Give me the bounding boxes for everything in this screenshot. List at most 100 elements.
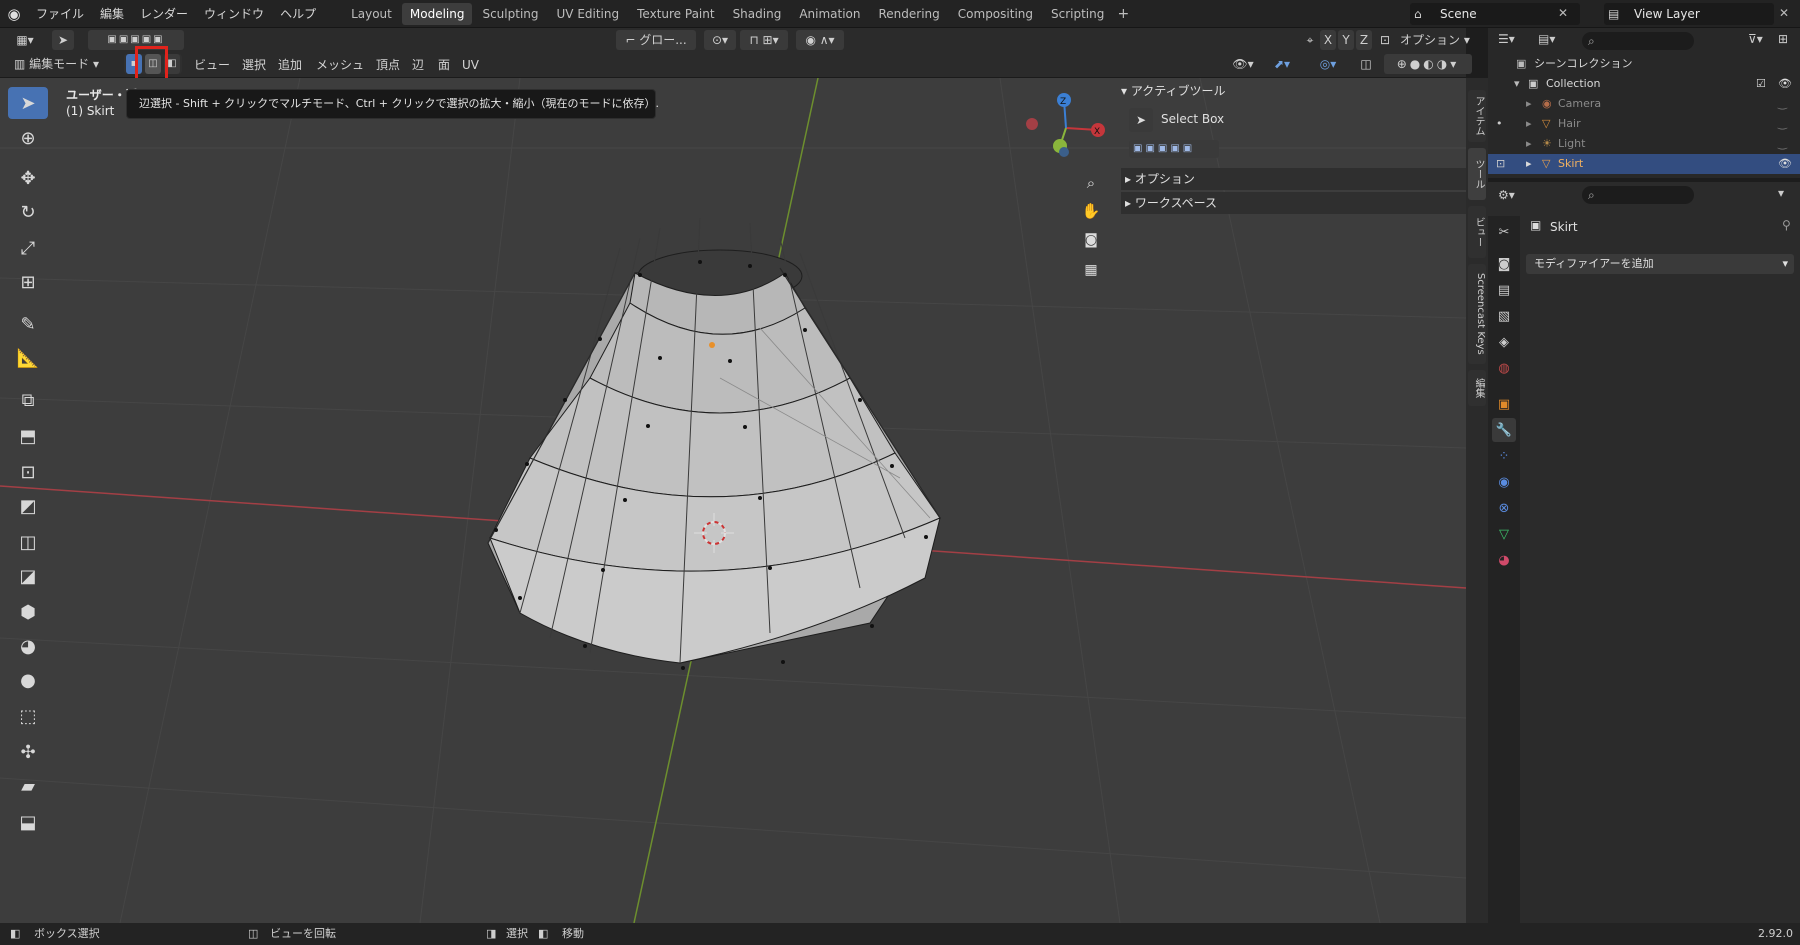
tab-compositing[interactable]: Compositing (950, 3, 1041, 25)
options-chevron-icon[interactable]: ▾ (1778, 186, 1784, 200)
move-tool[interactable]: ✥ (8, 162, 48, 194)
proportional-edit-dropdown[interactable]: ◉ ∧▾ (796, 30, 844, 50)
output-properties-tab[interactable]: ▤ (1492, 278, 1516, 302)
shading-mode-buttons[interactable]: ⊕●◐◑▾ (1384, 54, 1472, 74)
select-box-icon[interactable]: ➤ (1129, 108, 1153, 132)
scene-properties-tab[interactable]: ◈ (1492, 330, 1516, 354)
render-properties-tab[interactable]: ◙ (1492, 252, 1516, 276)
tab-uv-editing[interactable]: UV Editing (549, 3, 628, 25)
mirror-y-toggle[interactable]: Y (1338, 30, 1354, 50)
bevel-tool[interactable]: ◩ (8, 490, 48, 522)
expand-arrow-icon[interactable]: ▸ (1526, 94, 1532, 114)
tab-edit[interactable]: 編集 (1468, 370, 1486, 406)
smooth-tool[interactable]: ● (8, 664, 48, 696)
loop-cut-tool[interactable]: ◫ (8, 526, 48, 558)
menu-file[interactable]: ファイル (28, 0, 92, 28)
outliner-row-light[interactable]: ▸ ☀ Light ‿ (1488, 134, 1800, 154)
hidden-icon[interactable]: ‿ (1778, 94, 1787, 114)
transform-orientation-dropdown[interactable]: ⌐ グロー... (616, 30, 696, 50)
add-cube-tool[interactable]: ⧉ (8, 384, 48, 416)
outliner-row-camera[interactable]: ▸ ◉ Camera ‿ (1488, 94, 1800, 114)
camera-view-icon[interactable]: ◙ (1080, 232, 1102, 254)
menu-edit[interactable]: 編集 (92, 0, 132, 28)
measure-tool[interactable]: 📐 (8, 342, 48, 374)
world-properties-tab[interactable]: ◍ (1492, 356, 1516, 380)
menu-window[interactable]: ウィンドウ (196, 0, 272, 28)
extrude-tool[interactable]: ⬒ (8, 420, 48, 452)
options-panel-header[interactable]: ▸ オプション (1121, 168, 1466, 190)
spin-tool[interactable]: ◕ (8, 630, 48, 662)
physics-tab[interactable]: ◉ (1492, 470, 1516, 494)
shrink-fatten-tool[interactable]: ✣ (8, 736, 48, 768)
hidden-icon[interactable]: ‿ (1778, 134, 1787, 154)
view-layer-selector[interactable]: View Layer (1604, 3, 1774, 25)
blender-logo-icon[interactable]: ◉ (0, 0, 28, 28)
scene-collection-row[interactable]: ▣ シーンコレクション (1488, 54, 1800, 74)
options-dropdown[interactable]: オプション ▾ (1400, 30, 1480, 50)
properties-search-input[interactable]: ⌕ (1582, 186, 1694, 204)
add-modifier-dropdown[interactable]: モディファイアーを追加 ▾ (1526, 254, 1794, 274)
menu-edge[interactable]: 辺 (412, 52, 424, 78)
knife-tool[interactable]: ◪ (8, 560, 48, 592)
particles-tab[interactable]: ⁘ (1492, 444, 1516, 468)
tool-properties-tab[interactable]: ✂ (1492, 220, 1516, 244)
outliner-row-hair[interactable]: • ▸ ▽ Hair ‿ (1488, 114, 1800, 134)
mirror-z-toggle[interactable]: Z (1356, 30, 1372, 50)
modifier-properties-tab[interactable]: 🔧 (1492, 418, 1516, 442)
xray-toggle[interactable]: ◫ (1356, 54, 1376, 74)
visibility-eye-icon[interactable]: 👁 (1778, 154, 1792, 174)
overlay-dropdown[interactable]: ◎▾ (1310, 54, 1346, 74)
perspective-grid-icon[interactable]: ▦ (1080, 262, 1102, 284)
menu-help[interactable]: ヘルプ (272, 0, 324, 28)
scene-selector[interactable]: Scene (1410, 3, 1580, 25)
zoom-icon[interactable]: ⌕ (1080, 174, 1102, 196)
expand-arrow-icon[interactable]: ▸ (1526, 154, 1532, 174)
menu-mesh[interactable]: メッシュ (316, 52, 364, 78)
tab-scripting[interactable]: Scripting (1043, 3, 1112, 25)
scale-tool[interactable]: ⤢ (8, 232, 48, 264)
rotate-tool[interactable]: ↻ (8, 196, 48, 228)
material-properties-tab[interactable]: ◕ (1492, 548, 1516, 572)
pin-icon[interactable]: ⚲ (1782, 218, 1791, 232)
tab-sculpting[interactable]: Sculpting (474, 3, 546, 25)
annotate-tool[interactable]: ✎ (8, 308, 48, 340)
menu-render[interactable]: レンダー (132, 0, 196, 28)
hidden-icon[interactable]: ‿ (1778, 114, 1787, 134)
pivot-point-dropdown[interactable]: ⊙▾ (704, 30, 736, 50)
view-layer-tab[interactable]: ▧ (1492, 304, 1516, 328)
tab-rendering[interactable]: Rendering (871, 3, 948, 25)
snap-dropdown[interactable]: ⊓ ⊞▾ (740, 30, 788, 50)
object-properties-tab[interactable]: ▣ (1492, 392, 1516, 416)
tab-screencast-keys[interactable]: Screencast Keys (1468, 264, 1486, 364)
outliner-search-input[interactable]: ⌕ (1582, 32, 1694, 50)
pan-hand-icon[interactable]: ✋ (1080, 202, 1102, 224)
mode-dropdown[interactable]: ▥ 編集モード ▾ (10, 54, 116, 74)
visibility-dropdown[interactable]: 👁▾ (1228, 54, 1258, 74)
expand-arrow-icon[interactable]: ▸ (1526, 134, 1532, 154)
tab-texture-paint[interactable]: Texture Paint (629, 3, 722, 25)
mirror-x-toggle[interactable]: X (1320, 30, 1336, 50)
mirror-icon[interactable]: ⌖ (1300, 30, 1320, 50)
collection-row[interactable]: ▾ ▣ Collection ☑ 👁 (1488, 74, 1800, 94)
edge-slide-tool[interactable]: ⬚ (8, 700, 48, 732)
expand-arrow-icon[interactable]: ▾ (1514, 74, 1520, 94)
menu-uv[interactable]: UV (462, 52, 479, 78)
gizmo-dropdown[interactable]: ⬈▾ (1264, 54, 1300, 74)
transform-tool[interactable]: ⊞ (8, 266, 48, 298)
menu-add[interactable]: 追加 (278, 52, 302, 78)
close-view-layer-icon[interactable]: ✕ (1779, 6, 1789, 20)
tab-tool[interactable]: ツール (1468, 148, 1486, 200)
select-tool-icon[interactable]: ➤ (52, 30, 74, 50)
tab-animation[interactable]: Animation (791, 3, 868, 25)
rip-region-tool[interactable]: ⬓ (8, 806, 48, 838)
constraints-tab[interactable]: ⊗ (1492, 496, 1516, 520)
properties-editor-type-icon[interactable]: ⚙▾ (1498, 188, 1515, 202)
add-workspace-button[interactable]: + (1113, 6, 1133, 22)
shear-tool[interactable]: ▰ (8, 770, 48, 802)
tab-item[interactable]: アイテム (1468, 90, 1486, 142)
filter-icon[interactable]: ⊽▾ (1748, 32, 1763, 46)
active-tool-header[interactable]: ▾ アクティブツール (1121, 80, 1226, 102)
data-properties-tab[interactable]: ▽ (1492, 522, 1516, 546)
menu-face[interactable]: 面 (438, 52, 450, 78)
editor-type-icon[interactable]: ▦▾ (10, 30, 40, 50)
